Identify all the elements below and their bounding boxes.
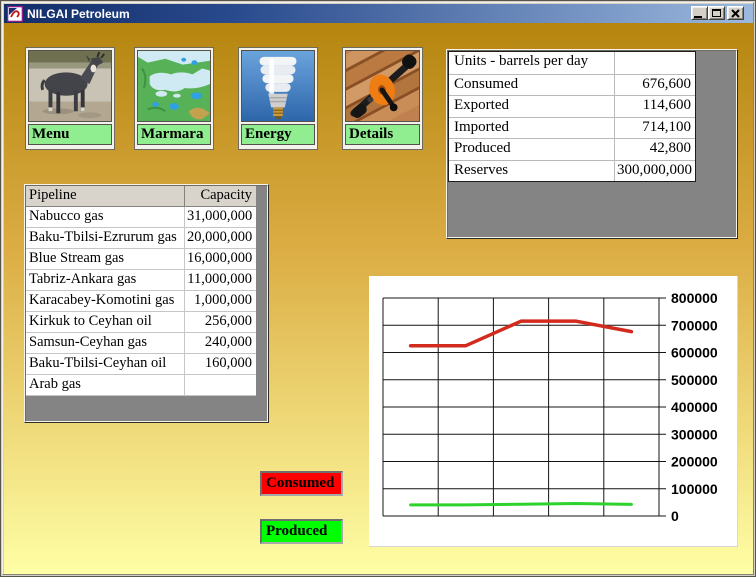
pipeline-row: Arab gas: [26, 375, 256, 396]
pipeline-capacity-cell: 11,000,000: [185, 270, 256, 290]
pipeline-name-cell: Tabriz-Ankara gas: [26, 270, 185, 290]
title-bar[interactable]: NILGAI Petroleum: [4, 4, 754, 23]
pipeline-capacity-cell: 240,000: [185, 333, 256, 353]
pipeline-header-row: PipelineCapacity: [26, 186, 256, 207]
pipeline-name-cell: Arab gas: [26, 375, 185, 395]
stats-table[interactable]: Units - barrels per dayConsumed676,600Ex…: [448, 51, 696, 182]
production-chart: 800000 700000 600000 500000 400000 300000 2000…: [369, 276, 737, 546]
pipeline-row: Nabucco gas31,000,000: [26, 207, 256, 228]
y-axis-label: 800000: [671, 290, 718, 306]
stats-row-label: Reserves: [449, 161, 614, 182]
chart-panel: 800000 700000 600000 500000 400000 300000 2000…: [369, 276, 738, 547]
pipeline-row: Baku-Tbilsi-Ceyhan oil160,000: [26, 354, 256, 375]
stats-row-value: 676,600: [614, 75, 695, 96]
maximize-icon: [712, 9, 721, 17]
stats-row: Imported714,100: [449, 117, 695, 139]
stats-row: Produced42,800: [449, 138, 695, 160]
legend-consumed-button[interactable]: Consumed: [260, 471, 343, 496]
pipeline-panel-surface: PipelineCapacityNabucco gas31,000,000Bak…: [25, 185, 268, 422]
pipeline-capacity-cell: [185, 375, 256, 395]
maximize-button[interactable]: [708, 6, 725, 20]
nav-tile-menu-label: Menu: [28, 124, 112, 145]
stats-row: Consumed676,600: [449, 74, 695, 96]
stats-header-label: Units - barrels per day: [449, 52, 614, 74]
y-axis-label: 300000: [671, 426, 718, 442]
stats-row-value: 300,000,000: [614, 161, 695, 182]
pipeline-row: Samsun-Ceyhan gas240,000: [26, 333, 256, 354]
pipeline-header-pipeline: Pipeline: [26, 186, 185, 206]
minimize-button[interactable]: [691, 6, 708, 20]
cfl-bulb-image: [241, 50, 315, 122]
y-axis-label: 700000: [671, 317, 718, 333]
stats-row-value: 714,100: [614, 118, 695, 139]
stats-row-value: 114,600: [614, 96, 695, 117]
pipeline-row: Karacabey-Komotini gas1,000,000: [26, 291, 256, 312]
y-axis-label: 500000: [671, 372, 718, 388]
pipeline-name-cell: Baku-Tbilsi-Ceyhan oil: [26, 354, 185, 374]
stats-row-value: 42,800: [614, 139, 695, 160]
hand-drill-image: [345, 50, 420, 122]
stats-row-label: Produced: [449, 139, 614, 160]
pipeline-name-cell: Karacabey-Komotini gas: [26, 291, 185, 311]
stats-row: Exported114,600: [449, 95, 695, 117]
nav-tile-details[interactable]: Details: [342, 47, 423, 150]
pipeline-panel: PipelineCapacityNabucco gas31,000,000Bak…: [24, 184, 269, 423]
stats-row-value: [614, 52, 695, 74]
pipeline-name-cell: Blue Stream gas: [26, 249, 185, 269]
y-axis-label: 100000: [671, 481, 718, 497]
stats-header-row: Units - barrels per day: [449, 52, 695, 74]
produced-line: [411, 503, 632, 504]
pipeline-name-cell: Samsun-Ceyhan gas: [26, 333, 185, 353]
nav-tile-marmara-label: Marmara: [137, 124, 211, 145]
pipeline-row: Kirkuk to Ceyhan oil256,000: [26, 312, 256, 333]
stats-row: Reserves300,000,000: [449, 160, 695, 182]
y-axis-label: 200000: [671, 454, 718, 470]
pipeline-header-capacity: Capacity: [185, 186, 256, 206]
application-window: NILGAI Petroleum: [0, 0, 756, 577]
window-title: NILGAI Petroleum: [27, 7, 130, 21]
pipeline-table[interactable]: PipelineCapacityNabucco gas31,000,000Bak…: [26, 186, 256, 396]
pipeline-capacity-cell: 31,000,000: [185, 207, 256, 227]
pipeline-capacity-cell: 160,000: [185, 354, 256, 374]
y-axis-label: 400000: [671, 399, 718, 415]
pipeline-capacity-cell: 1,000,000: [185, 291, 256, 311]
nav-tile-menu[interactable]: Menu: [25, 47, 115, 150]
form-background: Menu: [4, 23, 754, 575]
stats-panel: Units - barrels per dayConsumed676,600Ex…: [446, 49, 738, 239]
nilgai-antelope-image: [28, 50, 112, 122]
pipeline-name-cell: Kirkuk to Ceyhan oil: [26, 312, 185, 332]
nav-tile-marmara[interactable]: Marmara: [134, 47, 214, 150]
nav-tile-details-label: Details: [345, 124, 420, 145]
pipeline-row: Baku-Tbilsi-Ezrurum gas20,000,000: [26, 228, 256, 249]
y-axis-label: 0: [671, 508, 679, 524]
close-button[interactable]: [727, 6, 744, 20]
y-axis-label: 600000: [671, 345, 718, 361]
stats-row-label: Imported: [449, 118, 614, 139]
pipeline-name-cell: Nabucco gas: [26, 207, 185, 227]
stats-row-label: Consumed: [449, 75, 614, 96]
nav-tile-energy[interactable]: Energy: [238, 47, 318, 150]
stats-row-label: Exported: [449, 96, 614, 117]
pipeline-row: Tabriz-Ankara gas11,000,000: [26, 270, 256, 291]
legend-produced-button[interactable]: Produced: [260, 519, 343, 544]
close-icon: [731, 9, 740, 18]
pipeline-capacity-cell: 16,000,000: [185, 249, 256, 269]
pipeline-capacity-cell: 20,000,000: [185, 228, 256, 248]
marmara-map-image: [137, 50, 211, 122]
pipeline-row: Blue Stream gas16,000,000: [26, 249, 256, 270]
stats-panel-surface: Units - barrels per dayConsumed676,600Ex…: [447, 50, 737, 238]
pipeline-name-cell: Baku-Tbilsi-Ezrurum gas: [26, 228, 185, 248]
pipeline-capacity-cell: 256,000: [185, 312, 256, 332]
nav-tile-energy-label: Energy: [241, 124, 315, 145]
app-icon: [7, 6, 23, 22]
minimize-icon: [694, 16, 702, 18]
